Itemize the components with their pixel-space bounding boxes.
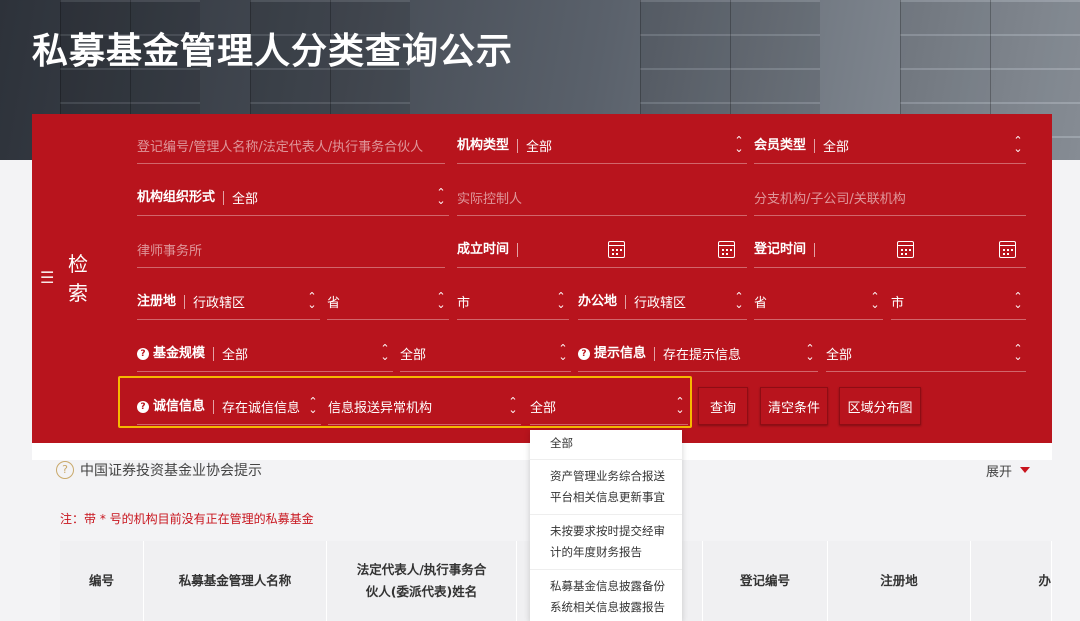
select-arrows-icon: ⌃ ⌄ <box>805 342 815 363</box>
member-type-label: 会员类型 <box>754 138 816 153</box>
branch-placeholder: 分支机构/子公司/关联机构 <box>754 192 906 207</box>
select-arrows-icon: ⌃ ⌄ <box>1013 134 1023 155</box>
keyword-input[interactable]: 登记编号/管理人名称/法定代表人/执行事务合伙人 <box>137 128 445 164</box>
region-map-button[interactable]: 区域分布图 <box>839 387 921 425</box>
reg-place-select[interactable]: 注册地 行政辖区 ⌃ ⌄ <box>137 284 320 320</box>
member-type-select[interactable]: 会员类型 全部 ⌃ ⌄ <box>754 128 1026 164</box>
established-label: 成立时间 <box>457 242 519 257</box>
association-notice[interactable]: ? 中国证券投资基金业协会提示 <box>56 459 262 481</box>
reg-place-value: 行政辖区 <box>193 296 246 311</box>
office-place-select[interactable]: 办公地 行政辖区 ⌃ ⌄ <box>578 284 747 320</box>
calendar-icon[interactable] <box>999 241 1016 258</box>
help-circle-icon: ? <box>56 461 74 479</box>
org-type-value: 全部 <box>526 140 553 155</box>
office-province-value: 省 <box>754 296 768 311</box>
law-firm-placeholder: 律师事务所 <box>137 244 203 259</box>
office-province-select[interactable]: 省 ⌃ ⌄ <box>754 284 883 320</box>
office-city-select[interactable]: 市 ⌃ ⌄ <box>891 284 1026 320</box>
calendar-icon[interactable] <box>897 241 914 258</box>
reg-province-select[interactable]: 省 ⌃ ⌄ <box>327 284 449 320</box>
highlight-box <box>118 376 692 428</box>
select-arrows-icon: ⌃ ⌄ <box>870 290 880 311</box>
select-arrows-icon: ⌃ ⌄ <box>734 290 744 311</box>
office-label: 办公地 <box>578 294 627 309</box>
search-label: 检 索 <box>68 252 95 305</box>
select-arrows-icon: ⌃ ⌄ <box>734 134 744 155</box>
search-section-label: ☰ 检 索 <box>36 252 126 305</box>
help-icon[interactable]: ? <box>578 347 590 360</box>
reg-city-select[interactable]: 市 ⌃ ⌄ <box>457 284 569 320</box>
established-date-range[interactable]: 成立时间 <box>457 232 747 268</box>
controller-placeholder: 实际控制人 <box>457 192 523 207</box>
integrity-dropdown-list: 全部 资产管理业务综合报送平台相关信息更新事宜 未按要求按时提交经审计的年度财务… <box>530 430 682 621</box>
expand-label: 展开 <box>986 464 1013 480</box>
column-header[interactable]: 办 <box>971 541 1052 621</box>
reg-place-label: 注册地 <box>137 294 186 309</box>
select-arrows-icon: ⌃ ⌄ <box>436 290 446 311</box>
dropdown-option[interactable]: 资产管理业务综合报送平台相关信息更新事宜 <box>530 460 682 515</box>
column-header[interactable]: 登记编号 <box>703 541 828 621</box>
notice-text: 中国证券投资基金业协会提示 <box>80 463 262 479</box>
office-value: 行政辖区 <box>634 296 687 311</box>
select-arrows-icon: ⌃ ⌄ <box>380 342 390 363</box>
select-arrows-icon: ⌃ ⌄ <box>558 342 568 363</box>
hint-value: 存在提示信息 <box>663 348 742 363</box>
select-arrows-icon: ⌃ ⌄ <box>307 290 317 311</box>
query-button[interactable]: 查询 <box>698 387 748 425</box>
registered-date-range[interactable]: 登记时间 <box>754 232 1026 268</box>
registered-label: 登记时间 <box>754 242 816 257</box>
select-arrows-icon: ⌃ ⌄ <box>1013 290 1023 311</box>
keyword-placeholder: 登记编号/管理人名称/法定代表人/执行事务合伙人 <box>137 140 424 155</box>
select-arrows-icon: ⌃ ⌄ <box>436 186 446 207</box>
column-header[interactable]: 编号 <box>60 541 144 621</box>
fund-scale-value: 全部 <box>222 348 249 363</box>
hint-info-select[interactable]: ? 提示信息 存在提示信息 ⌃ ⌄ <box>578 336 818 372</box>
dropdown-option[interactable]: 私募基金信息披露备份系统相关信息披露报告 <box>530 570 682 621</box>
org-form-value: 全部 <box>232 192 259 207</box>
law-firm-input[interactable]: 律师事务所 <box>137 232 445 268</box>
fund-scale-select-2[interactable]: 全部 ⌃ ⌄ <box>400 336 571 372</box>
org-form-select[interactable]: 机构组织形式 全部 ⌃ ⌄ <box>137 180 449 216</box>
help-icon[interactable]: ? <box>137 347 149 360</box>
fund-scale-label: 基金规模 <box>153 346 215 361</box>
column-header[interactable]: 注册地 <box>828 541 971 621</box>
dropdown-option[interactable]: 全部 <box>530 430 682 460</box>
branch-input[interactable]: 分支机构/子公司/关联机构 <box>754 180 1026 216</box>
note-text: 注：带 * 号的机构目前没有正在管理的私募基金 <box>60 512 314 526</box>
controller-input[interactable]: 实际控制人 <box>457 180 747 216</box>
hint-info-select-2[interactable]: 全部 ⌃ ⌄ <box>826 336 1026 372</box>
org-type-label: 机构类型 <box>457 138 519 153</box>
hint-value-2: 全部 <box>826 348 853 363</box>
org-type-select[interactable]: 机构类型 全部 ⌃ ⌄ <box>457 128 747 164</box>
hint-label: 提示信息 <box>594 346 656 361</box>
calendar-icon[interactable] <box>608 241 625 258</box>
office-city-value: 市 <box>891 296 905 311</box>
column-header[interactable]: 私募基金管理人名称 <box>144 541 327 621</box>
dropdown-option[interactable]: 未按要求按时提交经审计的年度财务报告 <box>530 515 682 570</box>
caret-down-icon <box>1020 467 1031 473</box>
calendar-icon[interactable] <box>718 241 735 258</box>
member-type-value: 全部 <box>823 140 850 155</box>
expand-toggle[interactable]: 展开 <box>986 459 1031 481</box>
reg-province-value: 省 <box>327 296 341 311</box>
filter-icon: ☰ <box>40 267 55 287</box>
clear-button[interactable]: 清空条件 <box>760 387 828 425</box>
org-form-label: 机构组织形式 <box>137 190 225 205</box>
page-title: 私募基金管理人分类查询公示 <box>32 31 514 72</box>
fund-scale-select[interactable]: ? 基金规模 全部 ⌃ ⌄ <box>137 336 393 372</box>
fund-scale-value-2: 全部 <box>400 348 427 363</box>
select-arrows-icon: ⌃ ⌄ <box>556 290 566 311</box>
reg-city-value: 市 <box>457 296 471 311</box>
column-header[interactable]: 法定代表人/执行事务合伙人(委派代表)姓名 <box>327 541 517 621</box>
select-arrows-icon: ⌃ ⌄ <box>1013 342 1023 363</box>
